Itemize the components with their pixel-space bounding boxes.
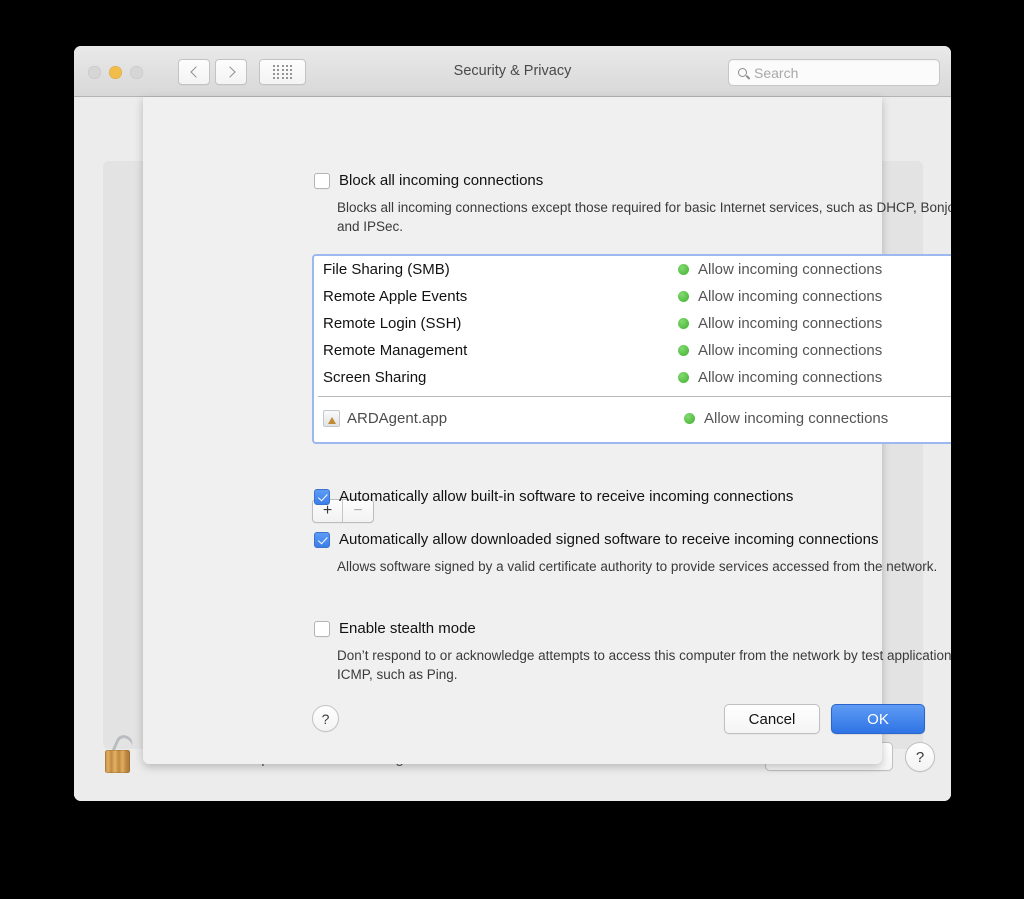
status-dot-icon [678,291,689,302]
table-row[interactable]: Remote Management Allow incoming connect… [314,337,951,364]
services-list[interactable]: File Sharing (SMB) Allow incoming connec… [312,254,951,444]
auto-allow-signed-checkbox[interactable] [314,532,330,548]
help-button[interactable]: ? [905,742,935,772]
table-row[interactable]: File Sharing (SMB) Allow incoming connec… [314,256,951,283]
auto-allow-builtin-row[interactable]: Automatically allow built-in software to… [314,489,793,505]
preferences-window: Security & Privacy Search Click the lock… [74,46,951,801]
auto-allow-signed-label: Automatically allow downloaded signed so… [339,531,879,548]
window-titlebar: Security & Privacy Search [74,46,951,97]
list-divider [318,396,951,397]
service-status-label: Allow incoming connections [698,288,883,305]
status-dot-icon [678,264,689,275]
stealth-mode-label: Enable stealth mode [339,620,476,637]
auto-allow-builtin-checkbox[interactable] [314,489,330,505]
ok-button[interactable]: OK [831,704,925,734]
app-document-icon [323,410,340,427]
search-icon [738,68,747,77]
status-dot-icon [678,318,689,329]
status-dot-icon [678,345,689,356]
app-entry-name: ARDAgent.app [347,410,448,427]
service-status-label: Allow incoming connections [698,261,883,278]
cancel-button[interactable]: Cancel [724,704,820,734]
app-entry-status[interactable]: Allow incoming connections [684,410,888,427]
service-status-label: Allow incoming connections [698,369,883,386]
service-status[interactable]: Allow incoming connections [678,342,882,359]
service-name: File Sharing (SMB) [323,261,450,278]
service-status[interactable]: Allow incoming connections [678,288,882,305]
firewall-options-sheet: Block all incoming connections Blocks al… [143,97,951,764]
table-row[interactable]: Remote Login (SSH) Allow incoming connec… [314,310,951,337]
stealth-mode-checkbox[interactable] [314,621,330,637]
unlocked-padlock-icon[interactable] [103,732,136,773]
table-row[interactable]: ARDAgent.app Allow incoming connections [314,402,951,435]
service-name: Remote Apple Events [323,288,468,305]
table-row[interactable]: Remote Apple Events Allow incoming conne… [314,283,951,310]
block-all-connections-checkbox[interactable] [314,173,330,189]
status-dot-icon [678,372,689,383]
auto-allow-builtin-label: Automatically allow built-in software to… [339,488,794,505]
service-status[interactable]: Allow incoming connections [678,261,882,278]
app-entry-status-label: Allow incoming connections [704,410,889,427]
auto-allow-signed-row[interactable]: Automatically allow downloaded signed so… [314,532,878,548]
service-name: Remote Management [323,342,468,359]
stealth-mode-description: Don’t respond to or acknowledge attempts… [337,648,951,682]
table-row[interactable]: Screen Sharing Allow incoming connection… [314,364,951,391]
status-dot-icon [684,413,695,424]
sheet-help-button[interactable]: ? [312,705,339,732]
service-name: Remote Login (SSH) [323,315,462,332]
block-all-connections-description: Blocks all incoming connections except t… [337,200,951,234]
service-name: Screen Sharing [323,369,427,386]
service-status-label: Allow incoming connections [698,315,883,332]
block-all-connections-label: Block all incoming connections [339,172,544,189]
search-input[interactable]: Search [728,59,940,86]
auto-allow-signed-description: Allows software signed by a valid certif… [337,559,938,574]
stealth-mode-row[interactable]: Enable stealth mode [314,621,476,637]
search-placeholder: Search [754,64,799,81]
service-status[interactable]: Allow incoming connections [678,369,882,386]
service-status[interactable]: Allow incoming connections [678,315,882,332]
service-status-label: Allow incoming connections [698,342,883,359]
block-all-connections-row[interactable]: Block all incoming connections [314,173,543,189]
padlock-body [105,750,130,773]
